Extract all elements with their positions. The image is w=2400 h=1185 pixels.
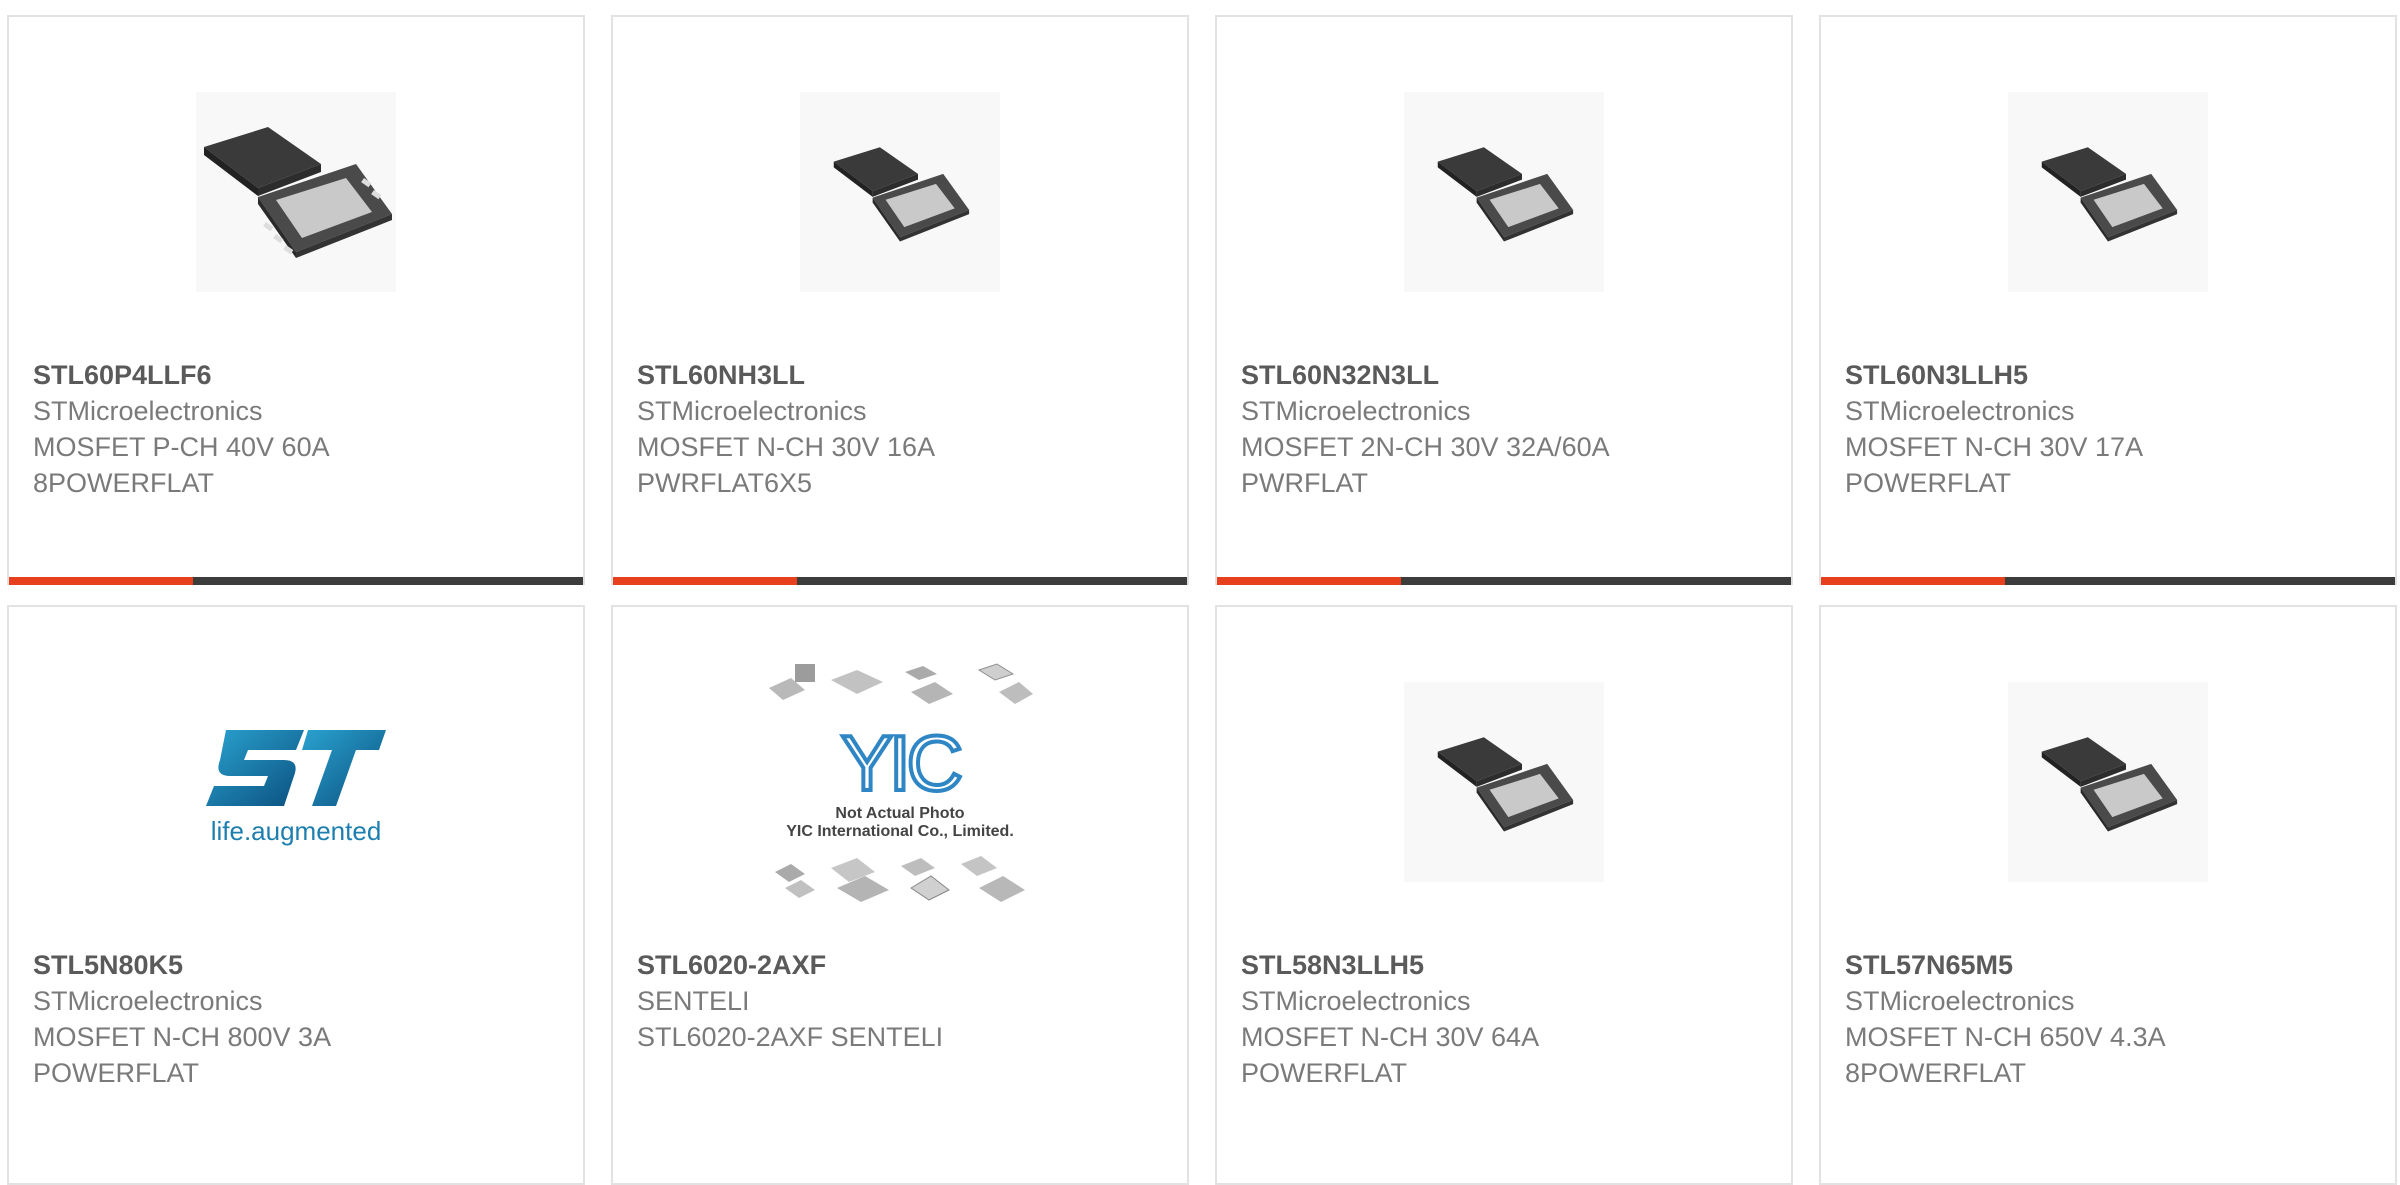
card-bar-accent: [9, 577, 193, 585]
product-card[interactable]: STL57N65M5 STMicroelectronics MOSFET N-C…: [1819, 605, 2397, 1185]
part-number[interactable]: STL60N32N3LL: [1241, 357, 1771, 393]
card-bar-accent: [1217, 577, 1401, 585]
product-description: MOSFET P-CH 40V 60A 8POWERFLAT: [33, 432, 330, 498]
svg-text:life.augmented: life.augmented: [211, 816, 382, 846]
product-image[interactable]: [613, 77, 1187, 307]
product-info: STL60P4LLF6 STMicroelectronics MOSFET P-…: [33, 357, 563, 501]
product-info: STL58N3LLH5 STMicroelectronics MOSFET N-…: [1241, 947, 1771, 1091]
card-bar-accent: [613, 577, 797, 585]
product-description: MOSFET N-CH 30V 17A POWERFLAT: [1845, 432, 2144, 498]
product-info: STL57N65M5 STMicroelectronics MOSFET N-C…: [1845, 947, 2375, 1091]
powerflat-chip-image: [2008, 92, 2208, 292]
manufacturer: STMicroelectronics: [1845, 986, 2075, 1016]
svg-text:YIC: YIC: [841, 719, 961, 807]
product-image[interactable]: [1821, 667, 2395, 897]
powerflat-chip-image: [1404, 682, 1604, 882]
manufacturer: STMicroelectronics: [637, 396, 867, 426]
manufacturer: STMicroelectronics: [33, 396, 263, 426]
product-info: STL60N3LLH5 STMicroelectronics MOSFET N-…: [1845, 357, 2375, 501]
product-description: MOSFET N-CH 800V 3A POWERFLAT: [33, 1022, 332, 1088]
product-card[interactable]: STL60NH3LL STMicroelectronics MOSFET N-C…: [611, 15, 1189, 585]
manufacturer: SENTELI: [637, 986, 750, 1016]
product-image[interactable]: life.augmented: [9, 667, 583, 897]
product-card[interactable]: STL60N3LLH5 STMicroelectronics MOSFET N-…: [1819, 15, 2397, 585]
part-number[interactable]: STL6020-2AXF: [637, 947, 1167, 983]
product-image[interactable]: [1821, 77, 2395, 307]
card-bottom-bar: [613, 577, 1187, 585]
powerflat-chip-image: [196, 92, 396, 292]
product-info: STL5N80K5 STMicroelectronics MOSFET N-CH…: [33, 947, 563, 1091]
product-card[interactable]: life.augmented STL5N80K5 STMicroelectron…: [7, 605, 585, 1185]
not-actual-photo-placeholder: YIC Not Actual Photo YIC International C…: [769, 663, 1033, 902]
product-info: STL60NH3LL STMicroelectronics MOSFET N-C…: [637, 357, 1167, 501]
product-description: MOSFET 2N-CH 30V 32A/60A PWRFLAT: [1241, 432, 1610, 498]
part-number[interactable]: STL60N3LLH5: [1845, 357, 2375, 393]
product-grid: STL60P4LLF6 STMicroelectronics MOSFET P-…: [0, 0, 2400, 1185]
part-number[interactable]: STL58N3LLH5: [1241, 947, 1771, 983]
svg-text:YIC International Co., Limited: YIC International Co., Limited.: [786, 823, 1014, 840]
powerflat-chip-image: [1404, 92, 1604, 292]
product-image[interactable]: [1217, 77, 1791, 307]
product-card[interactable]: YIC Not Actual Photo YIC International C…: [611, 605, 1189, 1185]
card-bottom-bar: [1217, 577, 1791, 585]
svg-text:Not Actual Photo: Not Actual Photo: [835, 805, 964, 822]
product-description: STL6020-2AXF SENTELI: [637, 1022, 944, 1052]
manufacturer: STMicroelectronics: [33, 986, 263, 1016]
product-info: STL60N32N3LL STMicroelectronics MOSFET 2…: [1241, 357, 1771, 501]
product-image[interactable]: [1217, 667, 1791, 897]
manufacturer: STMicroelectronics: [1241, 396, 1471, 426]
powerflat-chip-image: [800, 92, 1000, 292]
product-description: MOSFET N-CH 650V 4.3A 8POWERFLAT: [1845, 1022, 2166, 1088]
product-card[interactable]: STL58N3LLH5 STMicroelectronics MOSFET N-…: [1215, 605, 1793, 1185]
product-card[interactable]: STL60N32N3LL STMicroelectronics MOSFET 2…: [1215, 15, 1793, 585]
part-number[interactable]: STL5N80K5: [33, 947, 563, 983]
manufacturer: STMicroelectronics: [1241, 986, 1471, 1016]
st-logo: life.augmented: [206, 730, 386, 846]
card-bar-accent: [1821, 577, 2005, 585]
product-description: MOSFET N-CH 30V 64A POWERFLAT: [1241, 1022, 1540, 1088]
powerflat-chip-image: [2008, 682, 2208, 882]
product-image[interactable]: YIC Not Actual Photo YIC International C…: [613, 663, 1187, 902]
product-card[interactable]: STL60P4LLF6 STMicroelectronics MOSFET P-…: [7, 15, 585, 585]
product-info: STL6020-2AXF SENTELI STL6020-2AXF SENTEL…: [637, 947, 1167, 1055]
part-number[interactable]: STL60NH3LL: [637, 357, 1167, 393]
part-number[interactable]: STL57N65M5: [1845, 947, 2375, 983]
part-number[interactable]: STL60P4LLF6: [33, 357, 563, 393]
product-image[interactable]: [9, 77, 583, 307]
product-description: MOSFET N-CH 30V 16A PWRFLAT6X5: [637, 432, 936, 498]
card-bottom-bar: [1821, 577, 2395, 585]
manufacturer: STMicroelectronics: [1845, 396, 2075, 426]
card-bottom-bar: [9, 577, 583, 585]
